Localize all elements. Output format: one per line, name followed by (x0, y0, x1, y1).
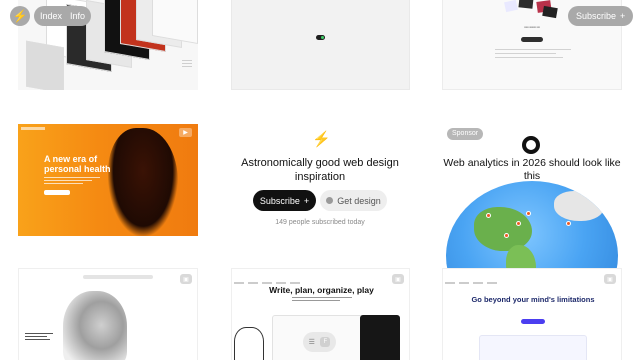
thumbnail-subtext (292, 297, 352, 303)
plus-icon: + (620, 11, 626, 21)
floating-controls: ☰ F (303, 332, 336, 352)
thumbnail-portrait-fade[interactable]: ▣ (18, 268, 198, 360)
map-pin (566, 221, 571, 226)
filter-icon[interactable]: ☰ (309, 338, 315, 346)
analytics-headline: Web analytics in 2026 should look like t… (443, 157, 621, 182)
sketch-illustration (234, 327, 264, 360)
f-button[interactable]: F (320, 337, 331, 347)
thumbnail-limitations[interactable]: Go beyond your mind's limitations ▣ (442, 268, 622, 360)
app-preview-dark (360, 315, 400, 360)
continent (554, 191, 604, 221)
map-pin (516, 221, 521, 226)
map-pin (504, 233, 509, 238)
get-design-button[interactable]: Get design (320, 190, 387, 211)
nav-info-link[interactable]: Info (70, 11, 85, 21)
collage-card (542, 5, 558, 19)
mini-headline: ▪▪▪▪ ▪▪▪▪▪▪ ▪▪▪ (524, 25, 540, 29)
thumbnail-cta (521, 319, 545, 324)
caption-lines (182, 60, 192, 69)
bolt-icon[interactable]: ⚡ (10, 6, 30, 26)
ring-logo-icon (522, 136, 540, 154)
subscribe-button-top[interactable]: Subscribe + (568, 6, 634, 26)
mini-nav (83, 275, 153, 279)
collage-card (504, 0, 518, 13)
gallery-page: ▪▪▪▪ ▪▪▪▪▪▪ ▪▪▪ ⚡ Index Info Subscribe +… (0, 0, 640, 360)
subscribe-label: Subscribe (576, 11, 617, 21)
video-icon: ▶ (179, 128, 192, 137)
mini-nav (445, 271, 620, 284)
portrait-figure (63, 291, 127, 360)
thumbnail-subtext (44, 177, 100, 186)
plus-icon: + (303, 195, 310, 206)
bolt-icon: ⚡ (312, 131, 331, 148)
subscribe-button-label: Subscribe (259, 195, 300, 206)
portrait-silhouette (108, 128, 178, 236)
site-logo-bar (21, 127, 45, 130)
thumbnail-headline: A new era of personal health (44, 154, 111, 174)
top-nav: Index Info (34, 6, 92, 26)
thumbnail-toggle[interactable] (231, 0, 410, 90)
circle-icon (326, 197, 334, 204)
thumbnail-headline: Write, plan, organize, play (269, 285, 374, 295)
subscriber-count: 149 people subscribed today (275, 219, 365, 226)
thumbnail-personal-health[interactable]: A new era of personal health ▶ (18, 124, 198, 236)
screen-layer (26, 40, 64, 90)
image-icon: ▣ (392, 274, 404, 284)
mini-nav (234, 271, 409, 284)
image-icon: ▣ (604, 274, 616, 284)
map-pin (486, 213, 491, 218)
nav-index-link[interactable]: Index (40, 11, 62, 21)
subscribe-button[interactable]: Subscribe + (253, 190, 316, 211)
mini-caption (25, 333, 53, 342)
get-design-label: Get design (337, 195, 381, 206)
app-preview (479, 335, 587, 360)
collage-card (518, 0, 534, 9)
promo-title: Astronomically good web design inspirati… (241, 157, 399, 183)
map-pin (526, 211, 531, 216)
mini-body-text (495, 49, 571, 61)
thumbnail-cta (44, 190, 70, 195)
sponsor-badge: Sponsor (447, 128, 484, 140)
thumbnail-headline: Go beyond your mind's limitations (471, 295, 595, 304)
toggle-switch (316, 35, 325, 40)
continent (474, 207, 532, 251)
mini-cta (521, 37, 543, 42)
image-icon: ▣ (180, 274, 192, 284)
